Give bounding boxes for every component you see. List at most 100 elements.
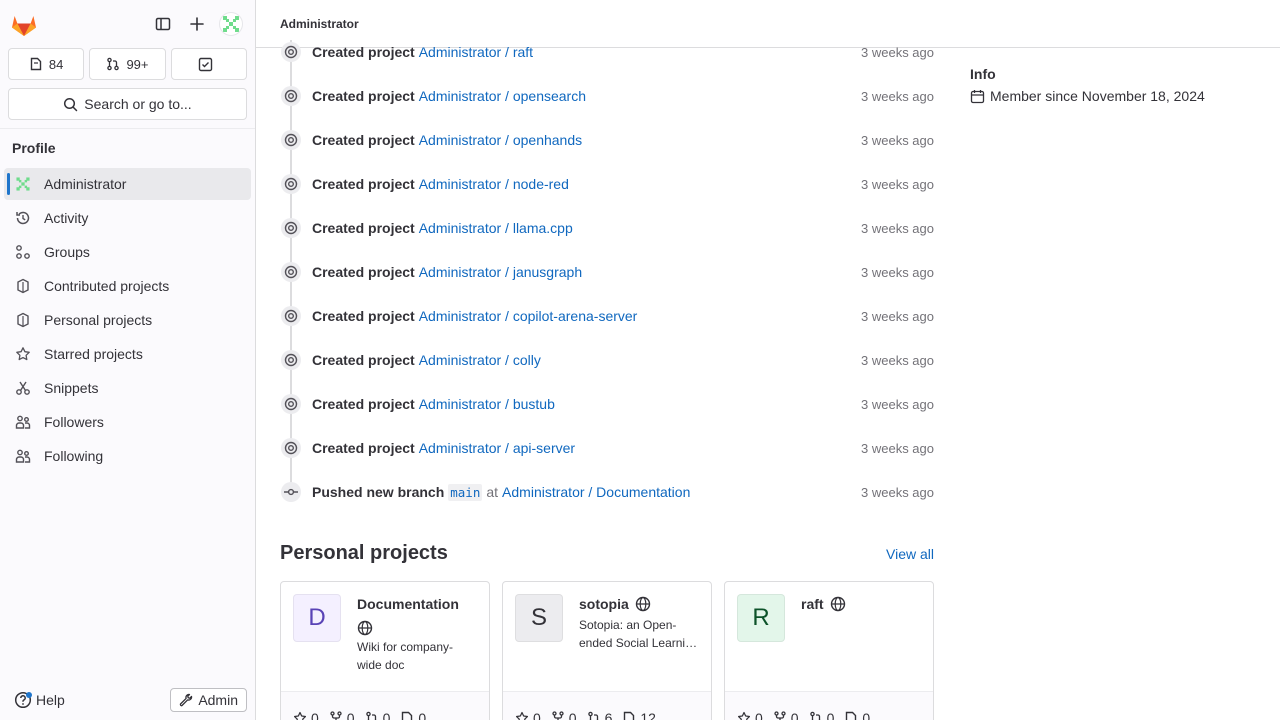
issues-icon <box>400 711 414 720</box>
gitlab-logo-icon[interactable] <box>10 10 38 38</box>
project-card[interactable]: Ssotopia Sotopia: an Open-ended Social Le… <box>502 581 712 720</box>
sidebar-toggle-icon[interactable] <box>147 8 179 40</box>
project-stats: 0 0 0 0 <box>281 691 489 720</box>
sidebar-item-snippets[interactable]: Snippets <box>4 372 251 404</box>
project-icon <box>14 311 32 329</box>
sidebar-top <box>0 0 255 48</box>
event-target-link[interactable]: Administrator / raft <box>419 44 533 60</box>
user-avatar-button[interactable] <box>215 8 247 40</box>
event-target-link[interactable]: Administrator / node-red <box>419 176 569 192</box>
merge-requests-count: 0 <box>826 710 835 720</box>
project-avatar[interactable]: S <box>515 594 563 642</box>
profile-nav: Profile Administrator Activity Groups Co… <box>0 128 255 472</box>
project-description: Wiki for company-wide doc <box>357 640 454 672</box>
event-target-link[interactable]: Administrator / janusgraph <box>419 264 582 280</box>
issues-counter-button[interactable]: 84 <box>8 48 85 80</box>
stars-stat[interactable]: 0 <box>515 710 541 720</box>
sidebar-item-starred-projects[interactable]: Starred projects <box>4 338 251 370</box>
sidebar-section-title: Profile <box>12 140 56 156</box>
event-target-link[interactable]: Administrator / api-server <box>419 440 575 456</box>
admin-button[interactable]: Admin <box>170 688 247 712</box>
sidebar-item-label: Personal projects <box>44 312 153 328</box>
sidebar-item-label: Starred projects <box>44 346 143 362</box>
project-card[interactable]: D Documentation Wiki for company-wide doc 0… <box>280 581 490 720</box>
project-name-link[interactable]: sotopia <box>579 594 629 614</box>
sidebar-item-label: Administrator <box>44 176 127 192</box>
create-new-icon[interactable] <box>181 8 213 40</box>
event-time: 3 weeks ago <box>861 176 934 192</box>
star-icon <box>14 345 32 363</box>
users-icon <box>14 447 32 465</box>
user-avatar-icon <box>14 175 32 193</box>
issues-stat[interactable]: 0 <box>844 710 870 720</box>
snippet-icon <box>14 379 32 397</box>
forks-stat[interactable]: 0 <box>551 710 577 720</box>
stars-stat[interactable]: 0 <box>293 710 319 720</box>
sidebar-item-label: Following <box>44 448 104 464</box>
project-name-link[interactable]: Documentation <box>357 594 459 614</box>
sidebar-item-activity[interactable]: Activity <box>4 202 251 234</box>
merge-requests-stat[interactable]: 0 <box>809 710 835 720</box>
project-card[interactable]: Rraft 0 0 0 0 <box>724 581 934 720</box>
event-target-link[interactable]: Administrator / opensearch <box>419 88 586 104</box>
project-avatar[interactable]: R <box>737 594 785 642</box>
project-icon <box>14 277 32 295</box>
forks-stat[interactable]: 0 <box>773 710 799 720</box>
fork-icon <box>773 711 787 720</box>
event-action: Created project <box>312 220 415 236</box>
merge-requests-counter-button[interactable]: 99+ <box>89 48 166 80</box>
sidebar-item-following[interactable]: Following <box>4 440 251 472</box>
activity-event: Created project Administrator / janusgrap… <box>280 250 934 294</box>
sidebar-item-groups[interactable]: Groups <box>4 236 251 268</box>
star-icon <box>293 711 307 720</box>
help-button[interactable]: Help <box>14 691 65 709</box>
event-target-link[interactable]: Administrator / bustub <box>419 396 555 412</box>
project-stats: 0 0 0 0 <box>725 691 933 720</box>
event-target-link[interactable]: Administrator / llama.cpp <box>419 220 573 236</box>
merge-requests-count: 6 <box>604 710 613 720</box>
view-all-link[interactable]: View all <box>886 546 934 562</box>
todos-counter-button[interactable] <box>170 48 247 80</box>
sidebar-item-personal-projects[interactable]: Personal projects <box>4 304 251 336</box>
sidebar-bottom: Help Admin <box>0 680 255 720</box>
stars-count: 0 <box>755 710 763 720</box>
project-created-icon <box>281 394 301 414</box>
project-created-icon <box>281 306 301 326</box>
sidebar-item-followers[interactable]: Followers <box>4 406 251 438</box>
forks-stat[interactable]: 0 <box>329 710 355 720</box>
project-created-icon <box>281 130 301 150</box>
sidebar-item-contributed-projects[interactable]: Contributed projects <box>4 270 251 302</box>
issues-stat[interactable]: 0 <box>400 710 426 720</box>
project-avatar[interactable]: D <box>293 594 341 642</box>
globe-icon <box>635 596 651 612</box>
sidebar: 84 99+ Search or go to... Profile Admini… <box>0 0 256 720</box>
event-target-link[interactable]: Administrator / openhands <box>419 132 582 148</box>
activity-event: Created project Administrator / node-red 3… <box>280 162 934 206</box>
section-title: Personal projects <box>280 542 448 564</box>
globe-icon <box>357 620 373 636</box>
search-button[interactable]: Search or go to... <box>8 88 247 120</box>
member-since: Member since November 18, 2024 <box>990 88 1205 104</box>
activity-event: Created project Administrator / colly 3 we… <box>280 338 934 382</box>
breadcrumb[interactable]: Administrator <box>280 17 359 31</box>
merge-requests-stat[interactable]: 6 <box>587 710 613 720</box>
merge-requests-stat[interactable]: 0 <box>365 710 390 720</box>
stars-stat[interactable]: 0 <box>737 710 763 720</box>
fork-icon <box>329 711 343 720</box>
event-action: Created project <box>312 88 415 104</box>
sidebar-item-label: Snippets <box>44 380 99 396</box>
merge-request-icon <box>809 711 823 720</box>
event-target-link[interactable]: Administrator / colly <box>419 352 541 368</box>
project-created-icon <box>281 218 301 238</box>
info-title: Info <box>970 66 996 82</box>
calendar-icon <box>970 89 985 104</box>
project-name-link[interactable]: raft <box>801 594 824 614</box>
branch-link[interactable]: main <box>448 483 483 501</box>
event-action: Created project <box>312 132 415 148</box>
sidebar-counters: 84 99+ <box>0 48 255 80</box>
sidebar-item-administrator[interactable]: Administrator <box>4 168 251 200</box>
event-action: Created project <box>312 176 415 192</box>
event-target-link[interactable]: Administrator / Documentation <box>502 484 690 500</box>
issues-stat[interactable]: 12 <box>622 710 656 720</box>
event-target-link[interactable]: Administrator / copilot-arena-server <box>419 308 638 324</box>
